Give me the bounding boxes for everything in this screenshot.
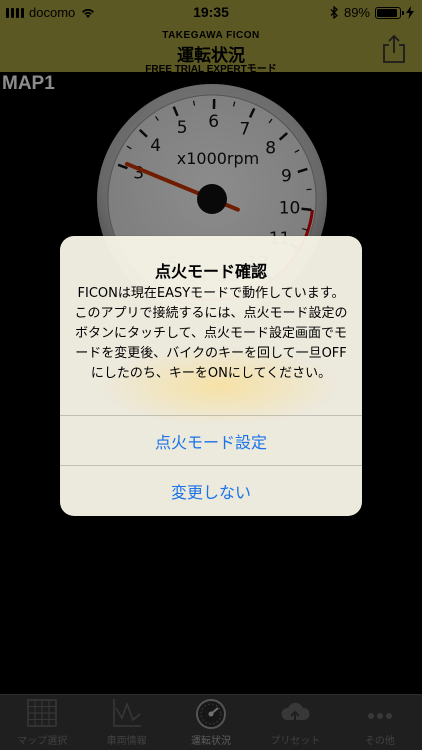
alert-message: FICONは現在EASYモードで動作しています。このアプリで接続するには、点火モ… [74,286,348,381]
ignition-mode-setting-button[interactable]: 点火モード設定 [60,415,362,465]
no-change-button[interactable]: 変更しない [60,465,362,515]
ignition-mode-alert: 点火モード確認 FICONは現在EASYモードで動作しています。このアプリで接続… [60,236,362,516]
alert-title: 点火モード確認 [154,262,267,281]
